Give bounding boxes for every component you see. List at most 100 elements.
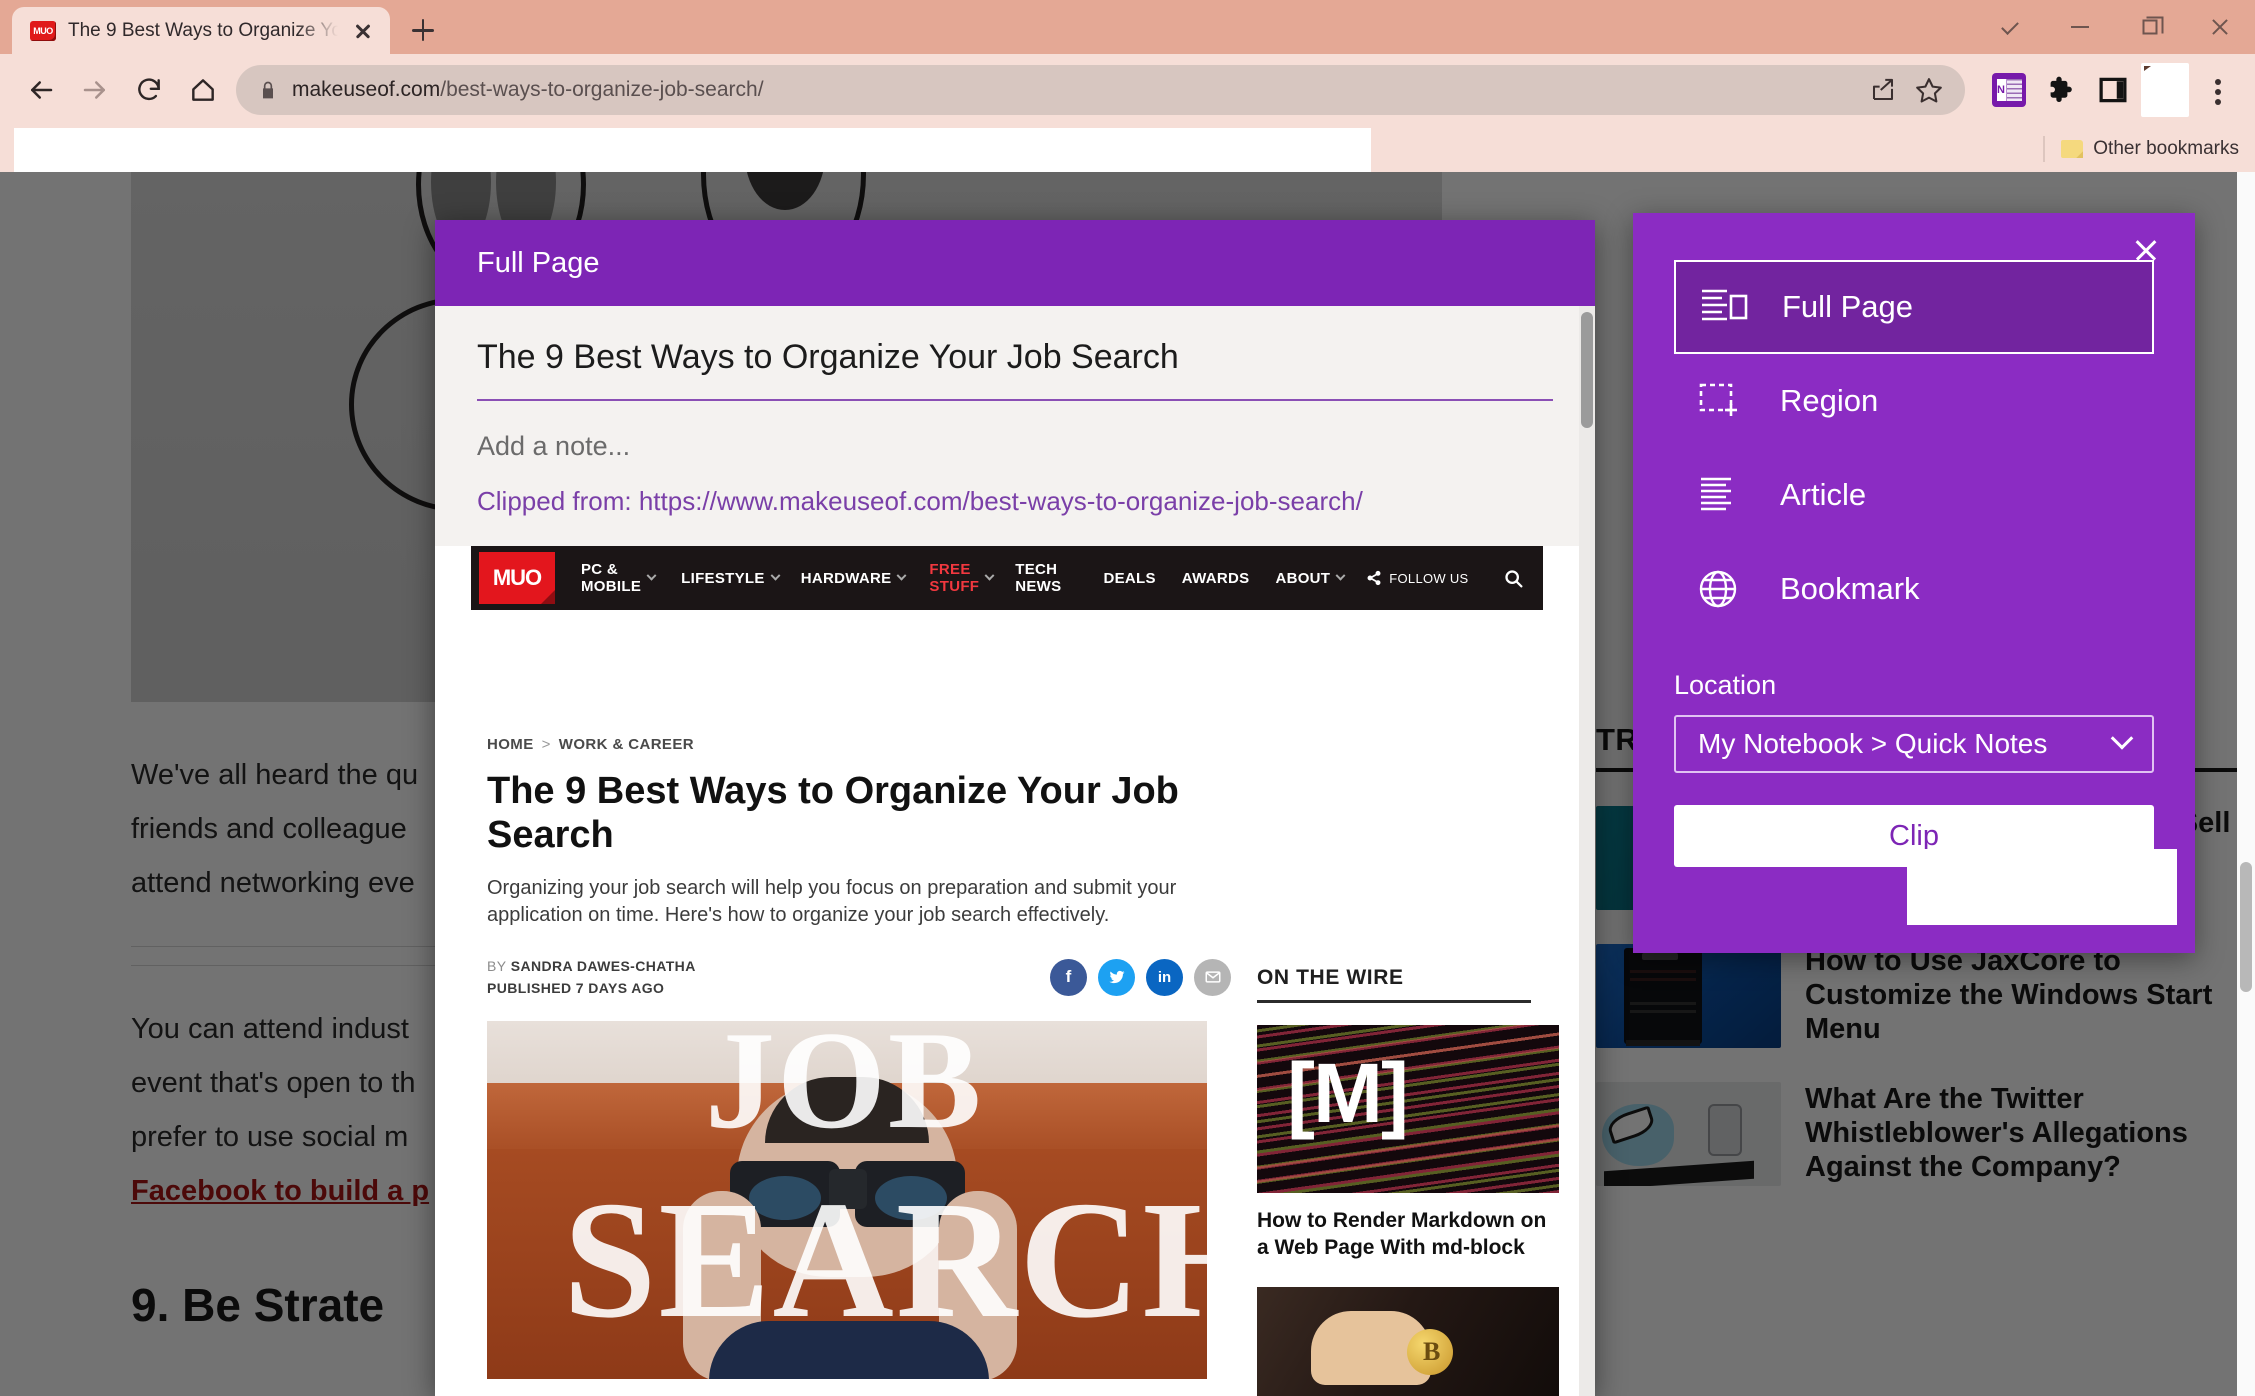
window-close-icon[interactable]: [2185, 0, 2255, 54]
muo-logo[interactable]: MUO: [479, 552, 555, 604]
nav-item-tech-news[interactable]: TECH NEWS: [1015, 561, 1061, 595]
tab-close-icon[interactable]: [350, 18, 376, 44]
byline: BY SANDRA DAWES-CHATHA PUBLISHED 7 DAYS …: [487, 955, 696, 999]
trending-item[interactable]: How to Use JaxCore to Customize the Wind…: [1596, 944, 2255, 1048]
extension-toolbar: N: [1979, 63, 2241, 117]
nav-item-about[interactable]: ABOUT: [1275, 570, 1330, 587]
location-block: Location My Notebook > Quick Notes: [1633, 636, 2195, 773]
side-panel-icon[interactable]: [2089, 66, 2137, 114]
windows-start-menu-thumb: [1596, 944, 1781, 1048]
nav-item-pc-mobile[interactable]: PC & MOBILE: [581, 561, 641, 595]
byline-author[interactable]: SANDRA DAWES-CHATHA: [511, 958, 696, 974]
address-bar[interactable]: makeuseof.com/best-ways-to-organize-job-…: [236, 65, 1965, 115]
page-scrollbar[interactable]: [2237, 172, 2255, 1396]
clip-mode-article[interactable]: Article: [1674, 448, 2154, 542]
browser-tab[interactable]: MUO The 9 Best Ways to Organize You: [12, 7, 390, 54]
bookmarks-blank-area: [14, 128, 1371, 172]
clipper-preview-dialog: Full Page The 9 Best Ways to Organize Yo…: [435, 220, 1595, 1396]
tab-search-icon[interactable]: [1975, 0, 2045, 54]
muo-article-main: HOME > WORK & CAREER The 9 Best Ways to Or…: [471, 706, 1231, 1396]
new-tab-button[interactable]: [400, 8, 446, 54]
published-date: PUBLISHED 7 DAYS AGO: [487, 980, 665, 996]
minimize-icon[interactable]: [2045, 0, 2115, 54]
clip-title-input[interactable]: The 9 Best Ways to Organize Your Job Sea…: [477, 338, 1553, 401]
location-select[interactable]: My Notebook > Quick Notes: [1674, 715, 2154, 773]
trending-item[interactable]: What Are the Twitter Whistleblower's All…: [1596, 1082, 2255, 1186]
chevron-down-icon: [646, 570, 657, 581]
facebook-icon[interactable]: f: [1050, 958, 1087, 996]
dialog-scrollbar[interactable]: [1579, 306, 1595, 1396]
markdown-article-thumb[interactable]: [M]: [1257, 1025, 1559, 1193]
breadcrumb-home[interactable]: HOME: [487, 736, 534, 753]
clipper-dialog-header: Full Page: [435, 220, 1595, 306]
tab-strip: MUO The 9 Best Ways to Organize You: [0, 0, 2255, 54]
clip-mode-full-page[interactable]: Full Page: [1674, 260, 2154, 354]
byline-prefix: BY: [487, 958, 507, 974]
browser-window: MUO The 9 Best Ways to Organize You make…: [0, 0, 2255, 1396]
full-page-icon: [1700, 285, 1748, 329]
article-icon: [1698, 473, 1746, 517]
trending-item-title: What Are the Twitter Whistleblower's All…: [1805, 1083, 2188, 1183]
panel-close-icon[interactable]: [2125, 229, 2167, 271]
clipped-from-link[interactable]: Clipped from: https://www.makeuseof.com/…: [477, 462, 1553, 543]
extensions-puzzle-icon[interactable]: [2037, 66, 2085, 114]
bookmark-globe-icon: [1698, 567, 1746, 611]
onenote-web-clipper-icon[interactable]: N: [1985, 66, 2033, 114]
onenote-letter: N: [1996, 79, 2006, 101]
clip-note-input[interactable]: Add a note...: [477, 401, 1553, 462]
forward-icon[interactable]: [68, 63, 122, 117]
url-text: makeuseof.com/best-ways-to-organize-job-…: [292, 78, 764, 101]
reload-icon[interactable]: [122, 63, 176, 117]
wire-item-title[interactable]: How to Render Markdown on a Web Page Wit…: [1257, 1207, 1559, 1261]
twitter-icon[interactable]: [1098, 958, 1135, 996]
social-share-row: f in: [1050, 958, 1231, 996]
other-bookmarks-label[interactable]: Other bookmarks: [2093, 138, 2239, 160]
back-icon[interactable]: [14, 63, 68, 117]
clip-button-label: Clip: [1889, 819, 1939, 852]
tab-title: The 9 Best Ways to Organize You: [68, 19, 338, 41]
trending-item-title: How to Use JaxCore to Customize the Wind…: [1805, 945, 2213, 1045]
inline-link[interactable]: Facebook to build a p: [131, 1175, 429, 1207]
nav-item-deals[interactable]: DEALS: [1103, 570, 1155, 587]
chevron-down-icon: [984, 570, 995, 581]
bitcoin-article-thumb[interactable]: B: [1257, 1287, 1559, 1396]
home-icon[interactable]: [176, 63, 230, 117]
clip-mode-bookmark[interactable]: Bookmark: [1674, 542, 2154, 636]
onenote-clipper-panel: Full Page Region Article Bookmark Locati…: [1633, 213, 2195, 953]
clip-mode-label: Article: [1780, 477, 1867, 512]
window-controls: [1975, 0, 2255, 54]
clipper-dialog-body: The 9 Best Ways to Organize Your Job Sea…: [435, 306, 1595, 1396]
folder-icon: [2061, 140, 2084, 158]
location-label: Location: [1674, 670, 1777, 700]
clip-metadata: The 9 Best Ways to Organize Your Job Sea…: [435, 306, 1595, 543]
nav-item-free-stuff[interactable]: FREE STUFF: [929, 561, 979, 595]
md-block-logo: [M]: [1287, 1046, 1409, 1140]
breadcrumb-category[interactable]: WORK & CAREER: [559, 736, 694, 753]
nav-item-hardware[interactable]: HARDWARE: [801, 570, 892, 587]
nav-item-follow-us[interactable]: FOLLOW US: [1389, 570, 1468, 587]
clip-mode-region[interactable]: Region: [1674, 354, 2154, 448]
breadcrumb-separator: >: [541, 736, 551, 753]
email-icon[interactable]: [1194, 958, 1231, 996]
clip-mode-label: Region: [1780, 383, 1879, 418]
star-icon[interactable]: [1909, 70, 1949, 110]
panel-overlay-box: [1907, 849, 2177, 925]
chevron-down-icon: [896, 570, 907, 581]
nav-item-lifestyle[interactable]: LIFESTYLE: [681, 570, 765, 587]
region-icon: [1698, 379, 1746, 423]
clip-page-preview: MUO PC & MOBILE LIFESTYLE HARDWARE FREE ST…: [435, 546, 1579, 1396]
linkedin-icon[interactable]: in: [1146, 958, 1183, 996]
share-icon[interactable]: [1863, 70, 1903, 110]
chrome-menu-icon[interactable]: [2193, 66, 2241, 114]
chevron-down-icon: [2110, 727, 2134, 750]
byline-row: BY SANDRA DAWES-CHATHA PUBLISHED 7 DAYS …: [487, 955, 1231, 999]
nav-item-awards[interactable]: AWARDS: [1182, 570, 1250, 587]
onenote-pages: [2005, 79, 2022, 101]
location-value: My Notebook > Quick Notes: [1698, 728, 2048, 759]
muo-article-layout: HOME > WORK & CAREER The 9 Best Ways to Or…: [435, 706, 1579, 1396]
maximize-icon[interactable]: [2115, 0, 2185, 54]
article-hero-image: JOB SEARCH: [487, 1021, 1207, 1379]
search-icon[interactable]: [1503, 568, 1524, 589]
profile-avatar[interactable]: [2141, 63, 2189, 117]
article-dek: Organizing your job search will help you…: [487, 877, 1177, 926]
